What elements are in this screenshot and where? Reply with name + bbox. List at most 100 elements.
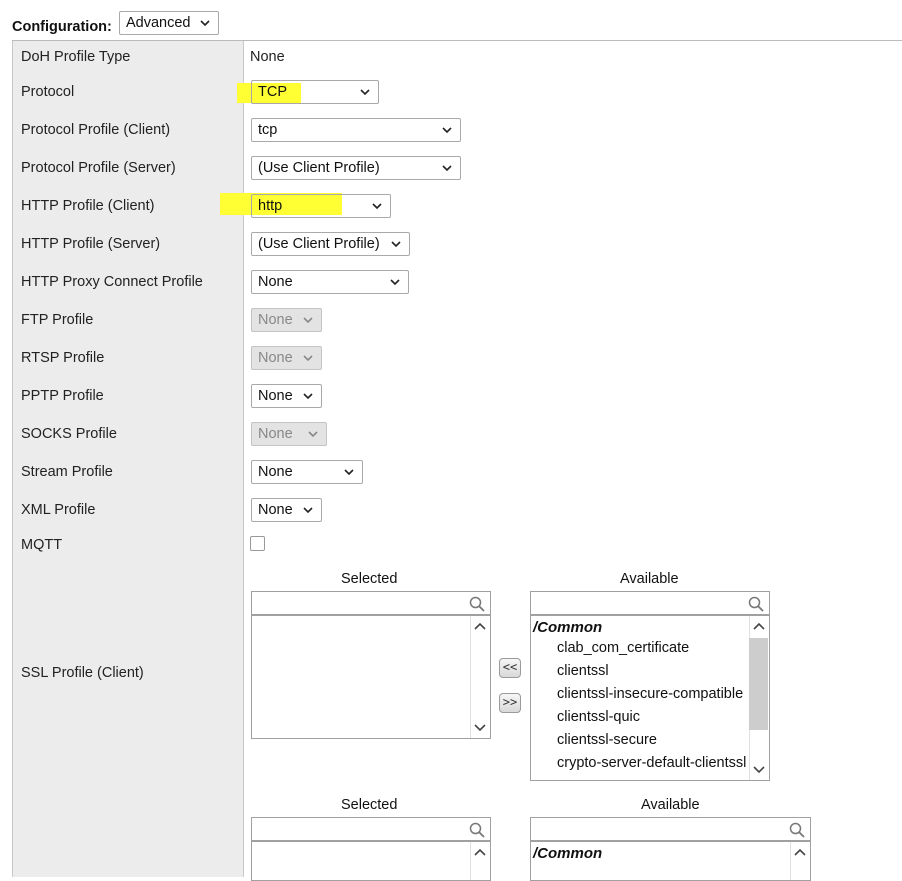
http-proxy-connect-profile-select[interactable]: None (251, 270, 409, 294)
rtsp-profile-label: RTSP Profile (21, 350, 105, 366)
ftp-profile-value: None (258, 312, 293, 328)
protocol-profile-client-value: tcp (258, 122, 278, 138)
scrollbar[interactable] (790, 842, 810, 880)
http-proxy-connect-profile-label: HTTP Proxy Connect Profile (21, 274, 203, 290)
socks-profile-value: None (258, 426, 293, 442)
row-http-proxy-connect-profile: HTTP Proxy Connect Profile None (12, 263, 902, 302)
pptp-profile-value: None (258, 388, 293, 404)
chevron-down-icon (360, 89, 370, 96)
rtsp-profile-value: None (258, 350, 293, 366)
chevron-down-icon (303, 317, 313, 324)
row-protocol-profile-server: Protocol Profile (Server) (Use Client Pr… (12, 149, 902, 188)
search-icon (748, 596, 764, 612)
pptp-profile-select[interactable]: None (251, 384, 322, 408)
available-search-input[interactable] (530, 817, 811, 841)
ssl-profile-client-label: SSL Profile (Client) (21, 665, 144, 681)
list-item[interactable]: clientssl-secure (557, 732, 657, 748)
scroll-down-icon[interactable] (753, 766, 765, 774)
http-profile-server-label: HTTP Profile (Server) (21, 236, 161, 252)
http-proxy-connect-profile-value: None (258, 274, 293, 290)
move-left-button[interactable]: << (499, 658, 521, 678)
group-header: /Common (533, 619, 603, 636)
scrollbar-thumb[interactable] (749, 638, 768, 730)
list-item[interactable]: crypto-server-default-clientssl (557, 755, 746, 771)
row-rtsp-profile: RTSP Profile None (12, 339, 902, 378)
row-protocol-profile-client: Protocol Profile (Client) tcp (12, 111, 902, 150)
http-profile-client-label: HTTP Profile (Client) (21, 198, 155, 214)
http-profile-client-value: http (258, 198, 283, 214)
scrollbar[interactable] (749, 616, 769, 780)
available-listbox[interactable]: /Common clab_com_certificate clientssl c… (530, 615, 770, 781)
configuration-mode-value: Advanced (126, 15, 191, 31)
mqtt-label: MQTT (21, 537, 63, 553)
rtsp-profile-select: None (251, 346, 322, 370)
row-xml-profile: XML Profile None (12, 491, 902, 530)
list-item[interactable]: clientssl (557, 663, 609, 679)
row-stream-profile: Stream Profile None (12, 453, 902, 492)
search-icon (469, 822, 485, 838)
chevron-down-icon (308, 431, 318, 438)
xml-profile-value: None (258, 502, 293, 518)
scroll-up-icon[interactable] (794, 848, 806, 856)
protocol-profile-server-select[interactable]: (Use Client Profile) (251, 156, 461, 180)
http-profile-client-select[interactable]: http (251, 194, 391, 218)
protocol-label: Protocol (21, 84, 75, 100)
chevron-down-icon (303, 507, 313, 514)
socks-profile-select: None (251, 422, 327, 446)
row-pptp-profile: PPTP Profile None (12, 377, 902, 416)
selected-search-input[interactable] (251, 817, 491, 841)
xml-profile-select[interactable]: None (251, 498, 322, 522)
selected-caption: Selected (341, 571, 398, 587)
protocol-profile-client-label: Protocol Profile (Client) (21, 122, 171, 138)
ftp-profile-label: FTP Profile (21, 312, 94, 328)
scroll-up-icon[interactable] (474, 622, 486, 630)
pptp-profile-label: PPTP Profile (21, 388, 104, 404)
available-caption: Available (641, 797, 700, 813)
protocol-profile-server-label: Protocol Profile (Server) (21, 160, 176, 176)
row-ssl-profile-client: SSL Profile (Client) Selected Available … (12, 561, 902, 788)
list-item[interactable]: clientssl-quic (557, 709, 640, 725)
chevron-down-icon (303, 355, 313, 362)
selected-listbox[interactable] (251, 841, 491, 881)
chevron-down-icon (372, 203, 382, 210)
scroll-up-icon[interactable] (474, 848, 486, 856)
protocol-profile-client-select[interactable]: tcp (251, 118, 461, 142)
stream-profile-value: None (258, 464, 293, 480)
scrollbar[interactable] (470, 842, 490, 880)
search-icon (469, 596, 485, 612)
list-item[interactable]: clab_com_certificate (557, 640, 689, 656)
protocol-profile-server-value: (Use Client Profile) (258, 160, 380, 176)
selected-listbox[interactable] (251, 615, 491, 739)
chevron-down-icon (442, 165, 452, 172)
chevron-down-icon (390, 279, 400, 286)
protocol-select[interactable]: TCP (251, 80, 379, 104)
highlight-mark (220, 193, 245, 215)
scroll-up-icon[interactable] (753, 622, 765, 630)
scroll-down-icon[interactable] (474, 724, 486, 732)
stream-profile-select[interactable]: None (251, 460, 363, 484)
scrollbar[interactable] (470, 616, 490, 738)
row-http-profile-client: HTTP Profile (Client) http (12, 187, 902, 226)
mqtt-checkbox[interactable] (250, 536, 265, 551)
doh-profile-type-value: None (250, 49, 285, 65)
available-listbox[interactable]: /Common (530, 841, 811, 881)
chevron-down-icon (303, 393, 313, 400)
row-ssl-profile-server: Selected Available /Common (12, 787, 902, 881)
list-item[interactable]: clientssl-insecure-compatible (557, 686, 743, 702)
available-caption: Available (620, 571, 679, 587)
row-http-profile-server: HTTP Profile (Server) (Use Client Profil… (12, 225, 902, 264)
http-profile-server-select[interactable]: (Use Client Profile) (251, 232, 410, 256)
group-header: /Common (533, 845, 603, 862)
selected-search-input[interactable] (251, 591, 491, 615)
available-search-input[interactable] (530, 591, 770, 615)
search-icon (789, 822, 805, 838)
chevron-down-icon (344, 469, 354, 476)
chevron-down-icon (442, 127, 452, 134)
profile-form: DoH Profile Type None Protocol TCP Proto… (12, 40, 902, 881)
configuration-bar: Configuration: Advanced (0, 0, 902, 40)
move-right-button[interactable]: >> (499, 693, 521, 713)
socks-profile-label: SOCKS Profile (21, 426, 117, 442)
configuration-mode-select[interactable]: Advanced (119, 11, 219, 35)
row-socks-profile: SOCKS Profile None (12, 415, 902, 454)
row-doh-profile-type: DoH Profile Type None (12, 41, 902, 74)
